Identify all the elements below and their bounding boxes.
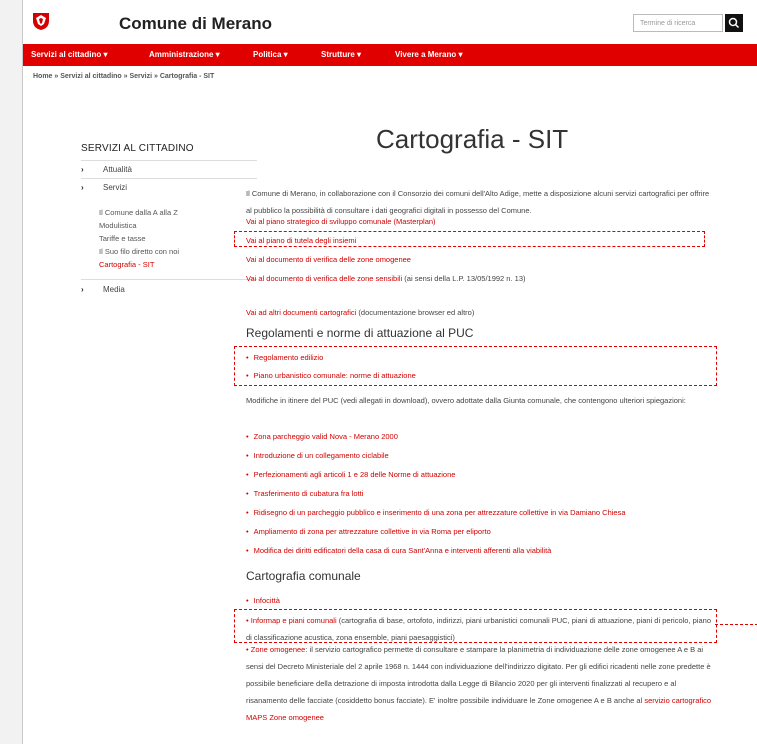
bullet-infocitta[interactable]: Infocittà	[246, 596, 280, 605]
link-zone-omogenee[interactable]: Vai al documento di verifica delle zone …	[246, 255, 411, 264]
nav-amministrazione[interactable]: Amministrazione ▾	[149, 50, 220, 59]
site-header: Comune di Merano Termine di ricerca	[23, 0, 757, 44]
bullet-modifica[interactable]: Perfezionamenti agli articoli 1 e 28 del…	[246, 470, 456, 479]
sidebar-item-media[interactable]: › Media	[81, 285, 125, 294]
page-frame: Comune di Merano Termine di ricerca Serv…	[22, 0, 757, 744]
search-icon	[728, 17, 740, 29]
divider	[81, 178, 257, 179]
section-title-regolamenti: Regolamenti e norme di attuazione al PUC	[246, 326, 474, 340]
link-zone-sensibili[interactable]: Vai al documento di verifica delle zone …	[246, 274, 525, 283]
highlight-box	[234, 231, 705, 247]
search-button[interactable]	[725, 14, 743, 32]
sidebar-subitem-active[interactable]: Cartografia - SIT	[99, 260, 154, 269]
nav-politica[interactable]: Politica ▾	[253, 50, 288, 59]
sidebar-subitem[interactable]: Modulistica	[99, 221, 137, 230]
divider	[81, 160, 257, 161]
link-masterplan[interactable]: Vai al piano strategico di sviluppo comu…	[246, 217, 436, 226]
page-title: Cartografia - SIT	[376, 124, 569, 154]
divider	[81, 279, 257, 280]
sidebar-subitem[interactable]: Il Comune dalla A alla Z	[99, 208, 178, 217]
bullet-dot: •	[246, 645, 249, 654]
bullet-modifica[interactable]: Ampliamento di zona per attrezzature col…	[246, 527, 491, 536]
coat-of-arms-logo[interactable]	[31, 11, 51, 31]
bullet-modifica[interactable]: Zona parcheggio valid Nova - Merano 2000	[246, 432, 398, 441]
sidebar-subitem[interactable]: Tariffe e tasse	[99, 234, 146, 243]
sidebar-item-servizi[interactable]: › Servizi	[81, 183, 127, 192]
bullet-modifica[interactable]: Ridisegno di un parcheggio pubblico e in…	[246, 508, 626, 517]
section-title-cartografia: Cartografia comunale	[246, 569, 361, 583]
bullet-norme-attuazione[interactable]: Piano urbanistico comunale: norme di att…	[246, 371, 416, 380]
bullet-modifica[interactable]: Modifica dei diritti edificatori della c…	[246, 546, 552, 555]
chevron-right-icon: ›	[81, 165, 84, 174]
sidebar-title: SERVIZI AL CITTADINO	[81, 143, 194, 154]
bullet-zone-omogenee: • Zone omogenee: il servizio cartografic…	[246, 645, 712, 722]
chevron-right-icon: ›	[81, 285, 84, 294]
main-nav: Servizi al cittadino ▾ Amministrazione ▾…	[23, 44, 757, 66]
chevron-right-icon: ›	[81, 183, 84, 192]
link-altri-documenti[interactable]: Vai ad altri documenti cartografici (doc…	[246, 308, 474, 317]
sidebar-subitem[interactable]: Il Suo filo diretto con noi	[99, 247, 179, 256]
intro-text: Il Comune di Merano, in collaborazione c…	[246, 189, 710, 215]
highlight-connector	[715, 624, 757, 625]
modifiche-text: Modifiche in itinere del PUC (vedi alleg…	[246, 396, 686, 405]
sidebar-item-attualita[interactable]: › Attualità	[81, 165, 132, 174]
nav-vivere[interactable]: Vivere a Merano ▾	[395, 50, 462, 59]
bullet-dot: •	[246, 616, 249, 625]
search-input[interactable]: Termine di ricerca	[633, 14, 723, 32]
highlight-box	[234, 346, 717, 386]
breadcrumb[interactable]: Home » Servizi al cittadino » Servizi » …	[33, 73, 214, 80]
nav-strutture[interactable]: Strutture ▾	[321, 50, 361, 59]
bullet-regolamento[interactable]: Regolamento edilizio	[246, 353, 324, 362]
site-title[interactable]: Comune di Merano	[119, 14, 272, 34]
nav-servizi[interactable]: Servizi al cittadino ▾	[31, 50, 107, 59]
bullet-modifica[interactable]: Introduzione di un collegamento ciclabil…	[246, 451, 389, 460]
bullet-modifica[interactable]: Trasferimento di cubatura fra lotti	[246, 489, 364, 498]
